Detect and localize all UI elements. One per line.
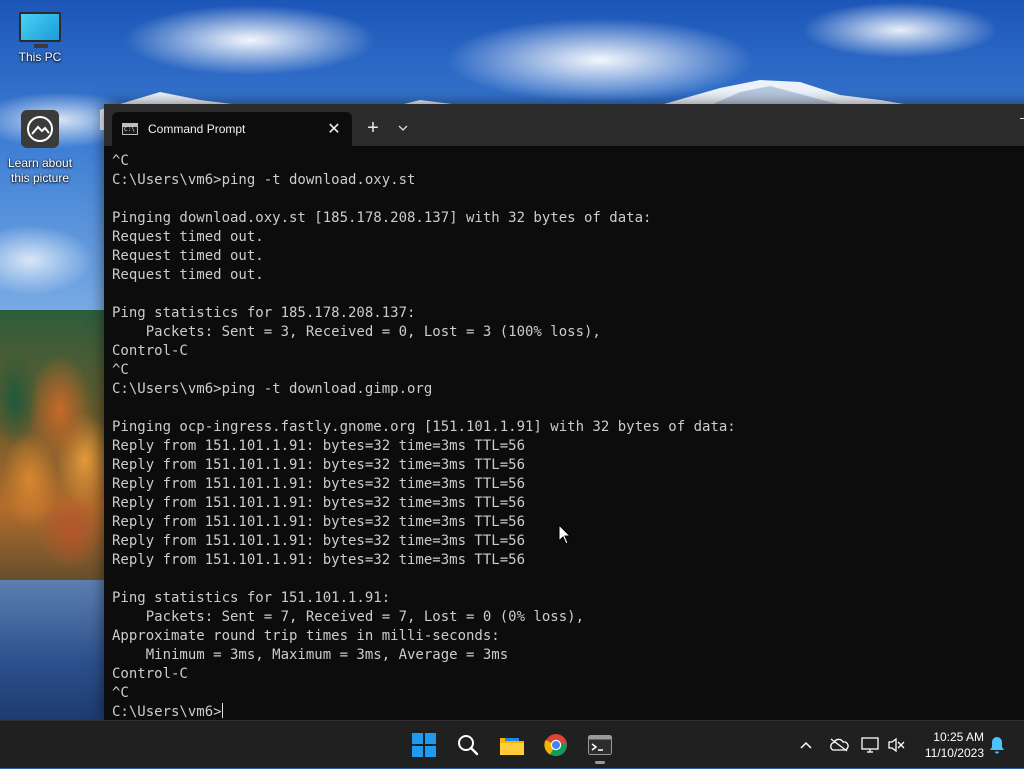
- windows-logo-icon: [412, 733, 436, 757]
- cmd-icon: [122, 123, 138, 135]
- desktop-icon-label: This PC: [18, 50, 62, 64]
- terminal-window[interactable]: Command Prompt ✕ + ^C C:\Users\vm6>ping -…: [104, 104, 1024, 720]
- console-line: Ping statistics for 185.178.208.137:: [112, 305, 416, 321]
- start-button[interactable]: [404, 727, 444, 763]
- onedrive-tray-button[interactable]: [826, 721, 852, 769]
- tab-dropdown-button[interactable]: [388, 114, 418, 142]
- desktop-icon-label-line1: Learn about: [7, 156, 73, 170]
- chrome-button[interactable]: [536, 727, 576, 763]
- console-line: Reply from 151.101.1.91: bytes=32 time=3…: [112, 438, 526, 454]
- chrome-icon: [544, 734, 567, 757]
- console-prompt-line[interactable]: C:\Users\vm6>: [112, 703, 1024, 720]
- console-line: Reply from 151.101.1.91: bytes=32 time=3…: [112, 495, 526, 511]
- monitor-icon: [19, 12, 61, 48]
- clock-date: 11/10/2023: [924, 746, 984, 760]
- text-cursor: [221, 703, 223, 718]
- console-line: Packets: Sent = 3, Received = 0, Lost = …: [112, 324, 601, 340]
- console-line: Packets: Sent = 7, Received = 7, Lost = …: [112, 609, 585, 625]
- console-line: ^C: [112, 153, 129, 169]
- console-line: Pinging download.oxy.st [185.178.208.137…: [112, 210, 652, 226]
- console-line: ^C: [112, 685, 129, 701]
- console-line: Reply from 151.101.1.91: bytes=32 time=3…: [112, 476, 526, 492]
- notification-bell-icon: [990, 737, 1004, 754]
- console-prompt: C:\Users\vm6>: [112, 704, 222, 720]
- minimize-button[interactable]: [1020, 118, 1024, 119]
- console-line: Control-C: [112, 343, 188, 359]
- tab-command-prompt[interactable]: Command Prompt ✕: [112, 112, 352, 146]
- volume-muted-icon: [888, 737, 905, 753]
- console-line: Minimum = 3ms, Maximum = 3ms, Average = …: [112, 647, 509, 663]
- console-line: Reply from 151.101.1.91: bytes=32 time=3…: [112, 457, 526, 473]
- desktop-icon-this-pc[interactable]: This PC: [0, 12, 80, 65]
- wallpaper-lake: [0, 580, 110, 720]
- camera-info-icon: [21, 110, 59, 148]
- onedrive-offline-icon: [830, 738, 849, 752]
- file-explorer-button[interactable]: [492, 727, 532, 763]
- show-hidden-icons-button[interactable]: [796, 721, 816, 769]
- console-line: Approximate round trip times in milli-se…: [112, 628, 500, 644]
- folder-icon: [500, 738, 524, 755]
- console-line: Request timed out.: [112, 248, 264, 264]
- desktop-icon-label-line2: this picture: [10, 171, 70, 185]
- taskbar-clock[interactable]: 10:25 AM 11/10/2023: [925, 729, 984, 761]
- network-tray-button[interactable]: [858, 721, 882, 769]
- console-line: C:\Users\vm6>ping -t download.oxy.st: [112, 172, 416, 188]
- console-line: Request timed out.: [112, 229, 264, 245]
- chevron-down-icon: [398, 125, 408, 131]
- console-line: Control-C: [112, 666, 188, 682]
- console-line: ^C: [112, 362, 129, 378]
- console-line: Ping statistics for 151.101.1.91:: [112, 590, 391, 606]
- terminal-button[interactable]: [580, 727, 620, 763]
- terminal-icon: [588, 735, 612, 755]
- wallpaper-trees: [0, 310, 110, 590]
- tab-close-button[interactable]: ✕: [320, 115, 348, 143]
- console-line: C:\Users\vm6>ping -t download.gimp.org: [112, 381, 433, 397]
- console-line: Pinging ocp-ingress.fastly.gnome.org [15…: [112, 419, 736, 435]
- tab-bar[interactable]: Command Prompt ✕ +: [104, 104, 1024, 146]
- network-icon: [861, 737, 879, 753]
- notifications-button[interactable]: [986, 721, 1008, 769]
- console-line: Reply from 151.101.1.91: bytes=32 time=3…: [112, 552, 526, 568]
- taskbar: 10:25 AM 11/10/2023: [0, 720, 1024, 768]
- console-output[interactable]: ^C C:\Users\vm6>ping -t download.oxy.st Pi…: [112, 152, 1024, 720]
- mouse-pointer-icon: [558, 524, 572, 545]
- console-line: Request timed out.: [112, 267, 264, 283]
- tab-title: Command Prompt: [148, 122, 246, 136]
- active-app-indicator: [595, 761, 605, 764]
- clock-time: 10:25 AM: [933, 730, 984, 744]
- desktop-icon-learn-about-picture[interactable]: Learn about this picture: [0, 110, 80, 186]
- search-icon: [458, 735, 479, 756]
- volume-tray-button[interactable]: [884, 721, 908, 769]
- chevron-up-icon: [800, 741, 812, 749]
- new-tab-button[interactable]: +: [358, 114, 388, 142]
- search-button[interactable]: [448, 727, 488, 763]
